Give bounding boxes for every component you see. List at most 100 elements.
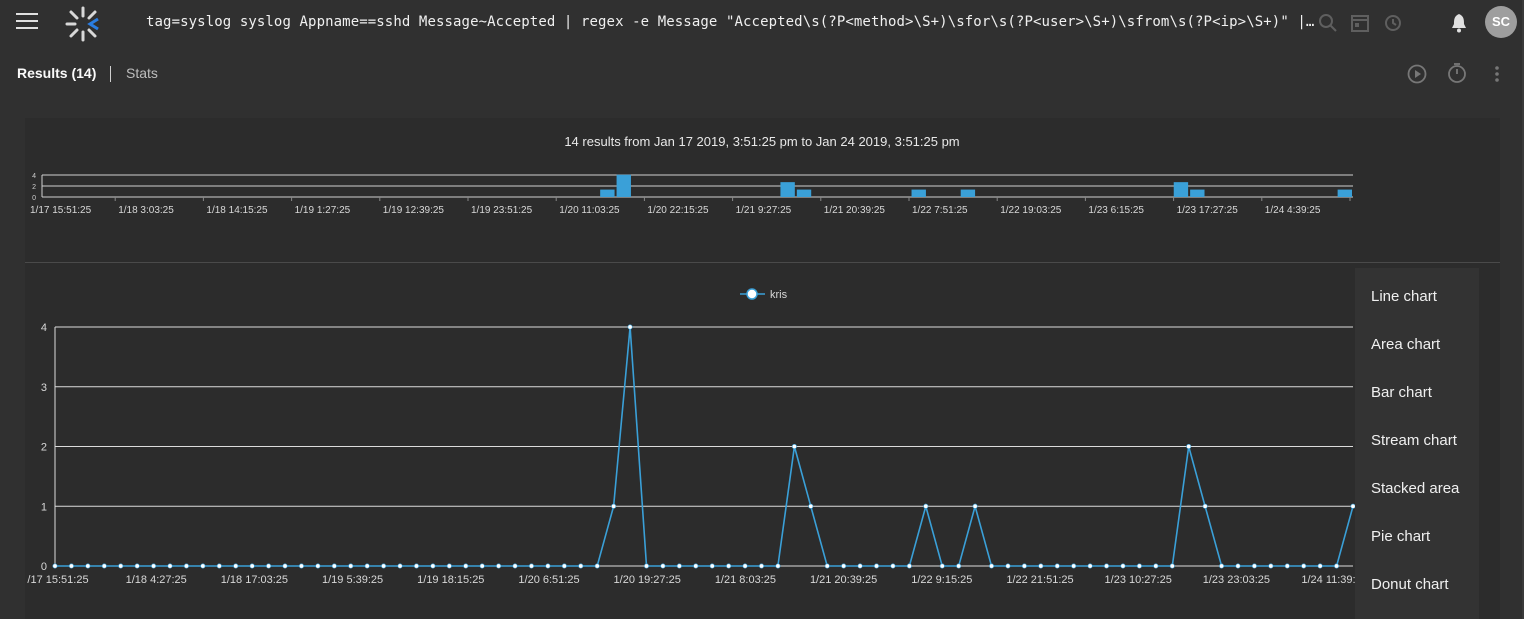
- menu-item-stream-chart[interactable]: Stream chart: [1371, 432, 1457, 449]
- logo-icon[interactable]: [62, 4, 104, 44]
- data-point: [528, 563, 534, 569]
- data-point: [906, 563, 912, 569]
- data-point: [1251, 563, 1257, 569]
- x-tick-label: 1/18 4:27:25: [126, 574, 187, 586]
- data-point: [726, 563, 732, 569]
- more-vert-icon[interactable]: [1486, 63, 1508, 85]
- menu-item-stacked-area[interactable]: Stacked area: [1371, 480, 1459, 497]
- query-text[interactable]: tag=syslog syslog Appname==sshd Message~…: [146, 14, 1316, 30]
- data-point: [512, 563, 518, 569]
- data-point: [1120, 563, 1126, 569]
- data-point: [643, 563, 649, 569]
- overview-x-label: 1/24 4:39:25: [1265, 205, 1321, 216]
- menu-item-donut-chart[interactable]: Donut chart: [1371, 576, 1449, 593]
- overview-x-label: 1/19 12:39:25: [383, 205, 445, 216]
- menu-item-pie-chart[interactable]: Pie chart: [1371, 528, 1430, 545]
- tab-stats[interactable]: Stats: [126, 65, 158, 81]
- line-chart[interactable]: kris 0 1 2 3 4/17 15:51:25 1/18 4:27:25 1/18 17…: [0, 270, 1355, 619]
- overview-chart[interactable]: 0 2 4 1/17 15:51:25 1/18 3:03:25 1/18 14:15:2…: [0, 165, 1524, 225]
- data-point: [1038, 563, 1044, 569]
- overview-x-label: 1/19 1:27:25: [295, 205, 351, 216]
- overview-y-tick: 4: [32, 173, 36, 180]
- data-point: [1268, 563, 1274, 569]
- menu-icon[interactable]: [16, 13, 38, 31]
- overview-bar: [780, 182, 795, 197]
- data-point: [266, 563, 272, 569]
- data-point: [1186, 444, 1192, 450]
- data-point: [578, 563, 584, 569]
- calendar-icon[interactable]: [1349, 12, 1371, 34]
- menu-item-bar-chart[interactable]: Bar chart: [1371, 384, 1432, 401]
- play-icon[interactable]: [1406, 63, 1428, 85]
- x-tick-label: 1/22 9:15:25: [911, 574, 972, 586]
- data-point: [989, 563, 995, 569]
- overview-y-tick: 0: [32, 195, 36, 202]
- timer-icon[interactable]: [1446, 62, 1468, 84]
- y-tick-label: 0: [41, 561, 47, 573]
- x-tick-label: 1/18 17:03:25: [221, 574, 288, 586]
- y-tick-label: 3: [41, 382, 47, 394]
- data-point: [167, 563, 173, 569]
- data-point: [808, 503, 814, 509]
- history-icon[interactable]: [1381, 12, 1403, 34]
- overview-bar: [911, 189, 926, 197]
- data-point: [791, 444, 797, 450]
- data-point: [282, 563, 288, 569]
- data-point: [233, 563, 239, 569]
- avatar[interactable]: SC: [1485, 6, 1517, 38]
- overview-x-label: 1/21 9:27:25: [736, 205, 792, 216]
- data-point: [134, 563, 140, 569]
- data-point: [939, 563, 945, 569]
- overview-x-label: 1/22 7:51:25: [912, 205, 968, 216]
- data-point: [561, 563, 567, 569]
- overview-x-label: 1/21 20:39:25: [824, 205, 886, 216]
- data-point: [841, 563, 847, 569]
- data-point: [1202, 503, 1208, 509]
- x-tick-label: 1/24 11:39:25: [1301, 574, 1355, 586]
- x-tick-label: /17 15:51:25: [27, 574, 88, 586]
- menu-item-area-chart[interactable]: Area chart: [1371, 336, 1440, 353]
- search-icon[interactable]: [1317, 12, 1339, 34]
- y-tick-label: 1: [41, 501, 47, 513]
- menu-item-line-chart[interactable]: Line chart: [1371, 288, 1437, 305]
- data-point: [956, 563, 962, 569]
- legend-label-kris: kris: [770, 289, 788, 301]
- x-tick-label: 1/19 18:15:25: [417, 574, 484, 586]
- overview-x-label: 1/18 14:15:25: [206, 205, 268, 216]
- overview-x-label: 1/22 19:03:25: [1000, 205, 1062, 216]
- overview-bar: [1190, 189, 1205, 197]
- overview-bar: [1337, 189, 1352, 197]
- data-point: [1136, 563, 1142, 569]
- data-point: [545, 563, 551, 569]
- data-point: [479, 563, 485, 569]
- data-point: [52, 563, 58, 569]
- data-point: [857, 563, 863, 569]
- data-point: [331, 563, 337, 569]
- data-point: [676, 563, 682, 569]
- chart-type-menu: Line chart Area chart Bar chart Stream c…: [1355, 268, 1479, 619]
- data-point: [1153, 563, 1159, 569]
- bell-icon[interactable]: [1448, 12, 1470, 34]
- overview-bar: [1173, 182, 1189, 197]
- data-point: [118, 563, 124, 569]
- data-point: [315, 563, 321, 569]
- data-point: [348, 563, 354, 569]
- data-point: [1301, 563, 1307, 569]
- data-point: [1169, 563, 1175, 569]
- data-point: [446, 563, 452, 569]
- overview-x-label: 1/17 15:51:25: [30, 205, 92, 216]
- overview-bar: [960, 189, 976, 197]
- overview-bar: [796, 189, 812, 197]
- data-point: [742, 563, 748, 569]
- tab-results[interactable]: Results (14): [17, 65, 96, 81]
- tab-divider: [110, 66, 111, 82]
- data-point: [1005, 563, 1011, 569]
- data-point: [1284, 563, 1290, 569]
- data-point: [1317, 563, 1323, 569]
- data-point: [874, 563, 880, 569]
- data-point: [200, 563, 206, 569]
- data-point: [1219, 563, 1225, 569]
- overview-x-label: 1/20 22:15:25: [647, 205, 709, 216]
- data-point: [1334, 563, 1340, 569]
- x-tick-label: 1/20 19:27:25: [614, 574, 681, 586]
